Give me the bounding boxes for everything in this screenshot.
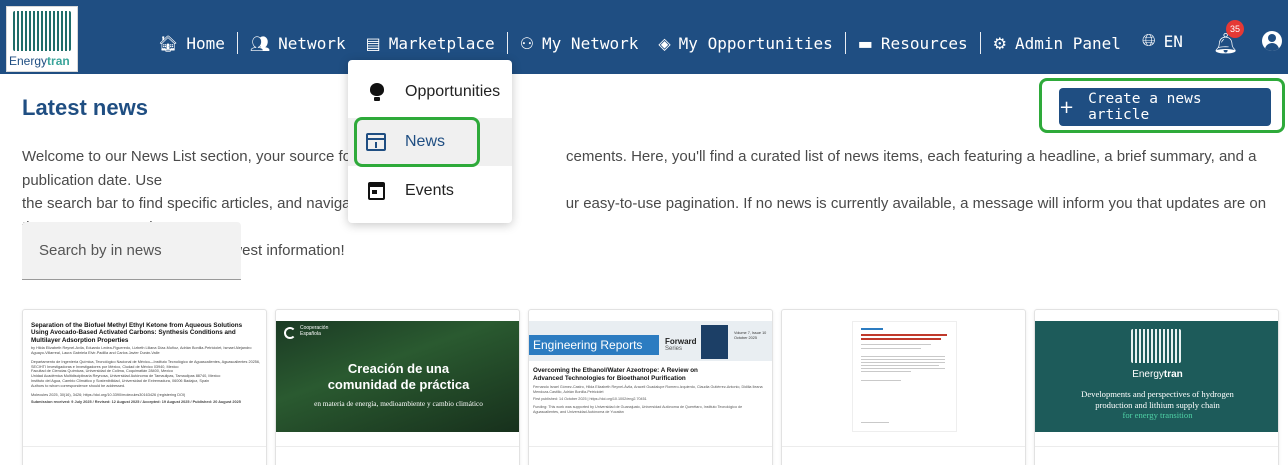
news-card[interactable]: Energytran Developments and perspectives…	[1034, 309, 1279, 465]
dropdown-item-news[interactable]: News	[348, 118, 512, 166]
dropdown-item-events[interactable]: Events	[348, 167, 512, 215]
energytran-logo[interactable]: Energytran	[6, 6, 78, 72]
notification-badge: 35	[1226, 20, 1244, 38]
user-account-icon[interactable]	[1262, 31, 1282, 51]
logo-mark-icon	[13, 11, 71, 51]
language-selector[interactable]: 🌐︎ EN	[1142, 31, 1183, 51]
network-icon: ⚇	[519, 33, 535, 53]
news-card-image: Energytran Developments and perspectives…	[1035, 321, 1278, 432]
cooperacion-logo-icon	[284, 327, 296, 339]
top-navbar: Energytran 🏠︎ Home 👥︎ Network ▤ Marketpl…	[0, 0, 1288, 74]
calendar-icon	[368, 182, 385, 200]
nav-my-opportunities[interactable]: ◈ My Opportunities	[658, 34, 832, 53]
users-icon: 👥︎	[249, 33, 271, 53]
journal-cover-image	[701, 325, 728, 359]
dropdown-item-opportunities[interactable]: Opportunities	[348, 68, 512, 116]
news-card[interactable]	[781, 309, 1026, 465]
create-news-article-button[interactable]: + Create a news article	[1059, 88, 1271, 126]
document-page-preview	[852, 321, 957, 432]
handshake-icon: ◈	[658, 33, 671, 53]
marketplace-dropdown: Opportunities News Events	[348, 60, 512, 223]
news-card-image: Engineering Reports Forward Series Volume…	[529, 321, 772, 432]
plus-icon: +	[1059, 96, 1075, 118]
nav-divider	[844, 32, 846, 54]
newspaper-icon	[366, 133, 386, 151]
home-icon: 🏠︎	[158, 33, 179, 53]
nav-divider	[506, 32, 508, 54]
nav-divider	[236, 32, 238, 54]
news-card-image	[782, 321, 1025, 432]
news-card[interactable]: Cooperación Española Creación de una comun…	[275, 309, 520, 465]
news-card-image: Cooperación Española Creación de una comun…	[276, 321, 519, 432]
nav-admin-panel[interactable]: ⚙ Admin Panel	[993, 34, 1121, 53]
admin-gear-icon: ⚙	[992, 33, 1007, 53]
lightbulb-icon	[370, 83, 384, 101]
nav-resources[interactable]: ▬ Resources	[858, 34, 968, 53]
page-title: Latest news	[22, 95, 148, 120]
news-card[interactable]: Engineering Reports Forward Series Volume…	[528, 309, 773, 465]
globe-icon: 🌐︎	[1142, 31, 1156, 51]
news-search-input[interactable]	[22, 222, 241, 280]
nav-menu: 🏠︎ Home 👥︎ Network ▤ Marketplace ⚇ My Ne…	[158, 0, 1121, 86]
nav-marketplace[interactable]: ▤ Marketplace	[366, 34, 495, 53]
nav-network[interactable]: 👥︎ Network	[250, 34, 346, 53]
logo-wordmark: Energytran	[9, 54, 70, 68]
store-icon: ▤	[365, 33, 381, 53]
folder-icon: ▬	[857, 33, 873, 53]
nav-divider	[979, 32, 981, 54]
nav-my-network[interactable]: ⚇ My Network	[520, 34, 639, 53]
news-card[interactable]: Separation of the Biofuel Methyl Ethyl K…	[22, 309, 267, 465]
energytran-mark-icon	[1131, 329, 1181, 363]
news-card-image: Separation of the Biofuel Methyl Ethyl K…	[23, 321, 266, 432]
nav-home[interactable]: 🏠︎ Home	[158, 34, 225, 53]
